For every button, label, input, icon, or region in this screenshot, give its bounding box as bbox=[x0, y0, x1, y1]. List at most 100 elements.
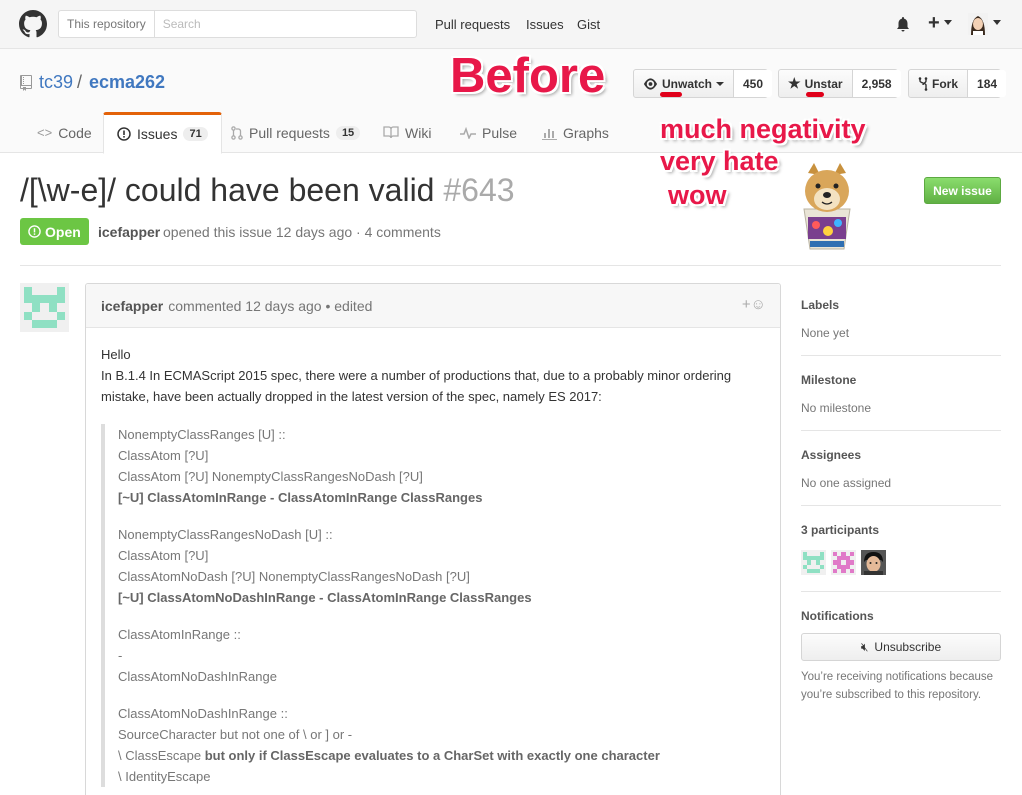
tab-pull-requests-label: Pull requests bbox=[249, 124, 330, 141]
grammar-line: ClassAtomNoDash [?U] NonemptyClassRanges… bbox=[118, 569, 470, 584]
sidebar-divider bbox=[801, 505, 1001, 506]
tab-issues-label: Issues bbox=[137, 126, 178, 142]
issue-number: #643 bbox=[443, 172, 515, 208]
comment-body: Hello In B.1.4 In ECMAScript 2015 spec, … bbox=[86, 328, 780, 795]
issue-author-link[interactable]: icefapper bbox=[98, 224, 160, 240]
add-reaction-icon[interactable]: +☺ bbox=[742, 296, 766, 313]
comment-header: icefapper commented 12 days ago • edited… bbox=[86, 284, 780, 328]
sidebar-divider bbox=[801, 430, 1001, 431]
repo-owner-link[interactable]: tc39 bbox=[39, 72, 73, 93]
pull-request-icon bbox=[231, 125, 243, 140]
tab-pull-requests[interactable]: Pull requests 15 bbox=[231, 112, 361, 153]
grammar-line: ClassAtom [?U] NonemptyClassRangesNoDash… bbox=[118, 469, 423, 484]
grammar-line: ClassAtom [?U] bbox=[118, 548, 209, 563]
doge-ice-cream-image bbox=[803, 163, 851, 250]
tab-issues[interactable]: Issues 71 bbox=[103, 112, 222, 154]
avatar-chevron-down-icon bbox=[993, 20, 1001, 25]
github-logo-icon[interactable] bbox=[19, 10, 47, 38]
repo-icon bbox=[20, 75, 32, 91]
fork-label: Fork bbox=[932, 76, 959, 91]
search-input[interactable] bbox=[154, 17, 416, 31]
watch-count[interactable]: 450 bbox=[733, 70, 773, 97]
mute-icon: 🔇︎ bbox=[860, 639, 869, 654]
comment-author-link[interactable]: icefapper bbox=[101, 298, 163, 314]
repo-name-link[interactable]: ecma262 bbox=[89, 72, 165, 93]
grammar-line: \ IdentityEscape bbox=[118, 769, 211, 784]
search-box: This repository bbox=[58, 10, 417, 38]
grammar-line: ClassAtom [?U] bbox=[118, 448, 209, 463]
sidebar-divider bbox=[801, 355, 1001, 356]
sidebar-milestone-title: Milestone bbox=[801, 373, 857, 387]
fork-button[interactable]: Fork 184 bbox=[908, 69, 1007, 98]
grammar-block: NonemptyClassRangesNoDash [U] :: ClassAt… bbox=[118, 524, 765, 608]
participant-avatar[interactable] bbox=[831, 550, 856, 575]
tab-wiki[interactable]: Wiki bbox=[383, 112, 431, 153]
unsubscribe-button[interactable]: 🔇︎ Unsubscribe bbox=[801, 633, 1001, 661]
new-issue-button[interactable]: New issue bbox=[924, 177, 1001, 204]
code-icon: <> bbox=[37, 125, 53, 140]
book-icon bbox=[383, 126, 399, 139]
nav-gist[interactable]: Gist bbox=[577, 17, 600, 32]
issue-title: /[\w-e]/ could have been valid #643 bbox=[20, 172, 515, 209]
issue-title-text: /[\w-e]/ could have been valid bbox=[20, 172, 435, 208]
issue-comment: icefapper commented 12 days ago • edited… bbox=[85, 283, 781, 795]
watch-chevron-down-icon bbox=[716, 81, 724, 86]
star-icon: ★ bbox=[788, 75, 801, 91]
grammar-line: ClassAtomNoDashInRange :: bbox=[118, 706, 288, 721]
grammar-block: ClassAtomNoDashInRange :: SourceCharacte… bbox=[118, 703, 765, 787]
sidebar-milestone-value: No milestone bbox=[801, 401, 872, 415]
sidebar-milestone[interactable]: Milestone No milestone bbox=[801, 373, 1001, 415]
tab-code-label: Code bbox=[58, 124, 92, 141]
repo-path-separator: / bbox=[77, 72, 83, 92]
issue-state-label: Open bbox=[45, 223, 81, 240]
bell-icon[interactable] bbox=[895, 16, 911, 33]
meme-line-1: much negativity bbox=[660, 114, 866, 144]
grammar-line: NonemptyClassRanges [U] :: bbox=[118, 427, 286, 442]
grammar-block: ClassAtomInRange :: - ClassAtomNoDashInR… bbox=[118, 624, 765, 687]
sidebar-divider bbox=[801, 591, 1001, 592]
tab-code[interactable]: <> Code bbox=[37, 112, 92, 153]
participant-avatar[interactable] bbox=[861, 550, 886, 575]
issue-opened-icon bbox=[117, 127, 131, 141]
star-count[interactable]: 2,958 bbox=[851, 70, 901, 97]
sidebar-participants-title: 3 participants bbox=[801, 523, 880, 537]
search-scope-label: This repository bbox=[59, 11, 155, 37]
grammar-blockquote: NonemptyClassRanges [U] :: ClassAtom [?U… bbox=[101, 424, 765, 787]
grammar-line-bold: [~U] ClassAtomNoDashInRange - ClassAtomI… bbox=[118, 590, 532, 605]
sidebar-assignees[interactable]: Assignees No one assigned bbox=[801, 448, 1001, 490]
grammar-line: SourceCharacter but not one of \ or ] or… bbox=[118, 727, 353, 742]
meme-line-2: very hate bbox=[660, 146, 779, 176]
plus-icon[interactable]: + bbox=[928, 12, 940, 35]
grammar-line: ClassAtomNoDashInRange bbox=[118, 669, 277, 684]
watch-button[interactable]: Unwatch 450 bbox=[633, 69, 773, 98]
sidebar-notifications-title: Notifications bbox=[801, 609, 874, 623]
avatar[interactable] bbox=[968, 13, 988, 35]
grammar-line-bold: [~U] ClassAtomInRange - ClassAtomInRange… bbox=[118, 490, 483, 505]
issue-state-badge: Open bbox=[20, 218, 89, 245]
participant-avatar[interactable] bbox=[801, 550, 826, 575]
issue-meta: opened this issue 12 days ago · 4 commen… bbox=[163, 224, 441, 240]
comment-greeting: Hello bbox=[101, 347, 131, 362]
red-underline-unstar bbox=[806, 92, 824, 97]
sidebar-labels[interactable]: Labels None yet bbox=[801, 298, 1001, 340]
fork-icon bbox=[918, 76, 928, 91]
tab-pull-requests-count: 15 bbox=[335, 125, 361, 140]
comment-author-avatar[interactable] bbox=[20, 283, 69, 332]
issue-header-divider bbox=[20, 265, 1001, 266]
tab-graphs[interactable]: Graphs bbox=[542, 112, 609, 153]
grammar-line-bold: but only if ClassEscape evaluates to a C… bbox=[204, 748, 660, 763]
nav-pull-requests[interactable]: Pull requests bbox=[435, 17, 510, 32]
sidebar-labels-value: None yet bbox=[801, 326, 850, 340]
star-button[interactable]: ★ Unstar 2,958 bbox=[778, 69, 901, 98]
comment-meta: commented 12 days ago • edited bbox=[168, 297, 373, 314]
grammar-line: NonemptyClassRangesNoDash [U] :: bbox=[118, 527, 333, 542]
nav-issues[interactable]: Issues bbox=[526, 17, 564, 32]
graph-icon bbox=[542, 128, 557, 140]
notification-reason-text: You’re receiving notifications because y… bbox=[801, 671, 994, 701]
grammar-block: NonemptyClassRanges [U] :: ClassAtom [?U… bbox=[118, 424, 765, 508]
tab-pulse[interactable]: Pulse bbox=[460, 112, 517, 153]
chevron-down-icon bbox=[944, 20, 952, 25]
grammar-line: \ ClassEscape bbox=[118, 748, 205, 763]
sidebar-assignees-value: No one assigned bbox=[801, 476, 892, 490]
fork-count[interactable]: 184 bbox=[967, 70, 1007, 97]
